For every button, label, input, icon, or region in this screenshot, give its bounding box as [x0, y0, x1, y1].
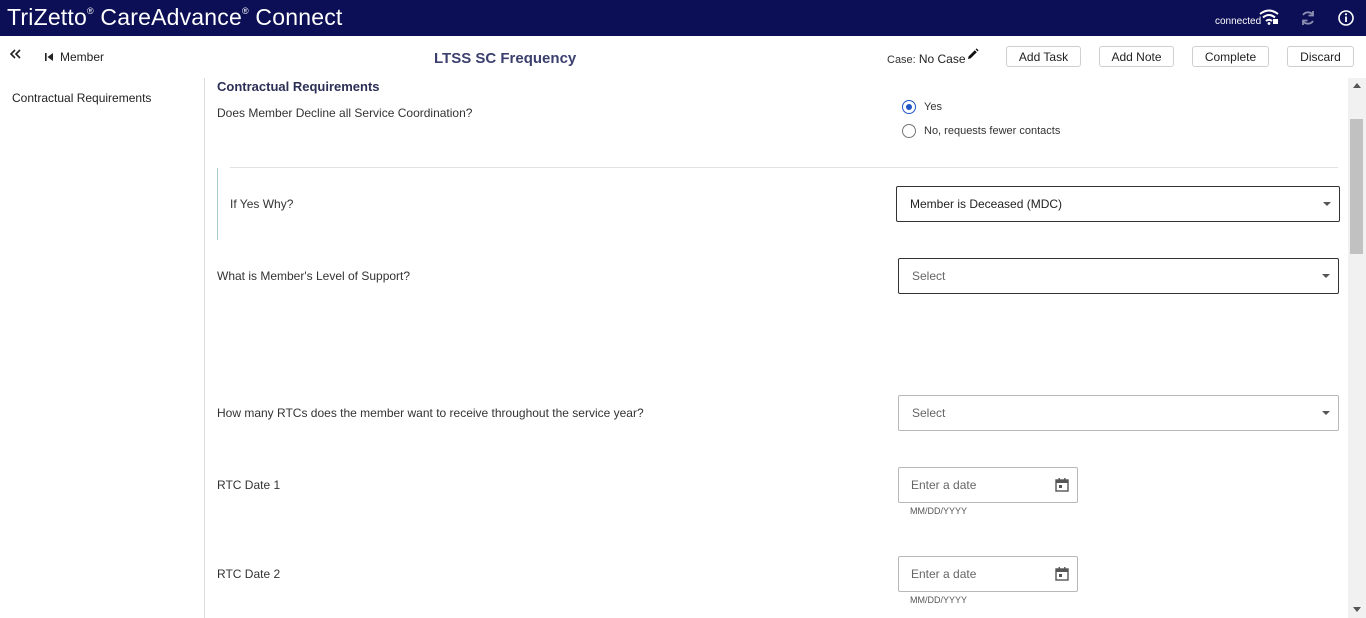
rtcs-select-placeholder: Select — [912, 406, 946, 420]
why-select-value: Member is Deceased (MDC) — [910, 197, 1063, 211]
radio-yes-label: Yes — [924, 101, 942, 113]
radio-fewer-contacts-label: No, requests fewer contacts — [924, 125, 1061, 137]
rtc-date-2-input[interactable]: Enter a date — [898, 556, 1078, 592]
case-indicator: Case: No Case — [887, 52, 966, 66]
app-header-bar: TriZetto® CareAdvance® Connect connected — [0, 0, 1366, 36]
rtc-date-1-input[interactable]: Enter a date — [898, 467, 1078, 503]
scrollbar-thumb[interactable] — [1350, 119, 1363, 254]
section-nav: Contractual Requirements — [0, 78, 205, 618]
rtc-date-1-placeholder: Enter a date — [911, 478, 977, 492]
radio-yes[interactable]: Yes — [902, 100, 942, 114]
edit-case-icon[interactable] — [966, 48, 979, 66]
nav-item-contractual-requirements[interactable]: Contractual Requirements — [12, 91, 151, 105]
add-task-button[interactable]: Add Task — [1006, 46, 1081, 67]
brand-name: TriZetto — [7, 4, 87, 30]
radio-selected-indicator — [902, 100, 916, 114]
connection-status: connected — [1215, 16, 1262, 27]
rtc-date-2-format-hint: MM/DD/YYYY — [910, 595, 968, 605]
skip-back-icon — [45, 53, 53, 61]
complete-button[interactable]: Complete — [1192, 46, 1269, 67]
product-registered-mark: ® — [241, 6, 249, 16]
case-value: No Case — [918, 52, 966, 66]
back-label: Member — [60, 50, 105, 64]
scroll-down-arrow-icon[interactable] — [1353, 607, 1361, 612]
conditional-indent-bar — [217, 168, 218, 240]
rtc-date-1-label: RTC Date 1 — [217, 478, 281, 492]
page-title: LTSS SC Frequency — [434, 50, 577, 67]
radio-unselected-indicator — [902, 124, 916, 138]
wifi-icon — [1259, 9, 1279, 30]
product-name: CareAdvance — [100, 4, 242, 30]
why-question-label: If Yes Why? — [230, 197, 294, 211]
vertical-scrollbar[interactable] — [1348, 78, 1366, 618]
radio-fewer-contacts[interactable]: No, requests fewer contacts — [902, 124, 1060, 138]
calendar-icon[interactable] — [1054, 477, 1070, 496]
rtcs-question-label: How many RTCs does the member want to re… — [217, 406, 644, 420]
support-select-placeholder: Select — [912, 269, 946, 283]
chevron-down-icon — [1322, 274, 1330, 278]
discard-button[interactable]: Discard — [1287, 46, 1354, 67]
product-suffix: Connect — [255, 4, 343, 30]
rtc-date-2-placeholder: Enter a date — [911, 567, 977, 581]
brand-registered-mark: ® — [86, 6, 94, 16]
collapse-sidebar-icon[interactable] — [8, 47, 22, 66]
app-brand: TriZetto® CareAdvance® Connect — [7, 4, 343, 31]
rtc-date-2-label: RTC Date 2 — [217, 567, 281, 581]
scroll-up-arrow-icon[interactable] — [1353, 83, 1361, 88]
case-label: Case: — [887, 54, 916, 66]
support-select[interactable]: Select — [898, 258, 1339, 294]
rtcs-select[interactable]: Select — [898, 395, 1339, 431]
why-select[interactable]: Member is Deceased (MDC) — [896, 186, 1340, 222]
calendar-icon[interactable] — [1054, 566, 1070, 585]
add-note-button[interactable]: Add Note — [1099, 46, 1174, 67]
section-divider — [230, 167, 1338, 168]
decline-question-label: Does Member Decline all Service Coordina… — [217, 106, 473, 120]
back-to-member-link[interactable]: Member — [44, 50, 104, 64]
info-icon[interactable] — [1337, 9, 1355, 32]
sync-icon[interactable] — [1299, 9, 1317, 32]
assessment-form: Contractual Requirements Does Member Dec… — [205, 78, 1348, 618]
page-toolbar: Member LTSS SC Frequency Case: No Case A… — [0, 36, 1366, 78]
chevron-down-icon — [1322, 411, 1330, 415]
rtc-date-1-format-hint: MM/DD/YYYY — [910, 506, 968, 516]
section-title: Contractual Requirements — [217, 79, 380, 94]
chevron-down-icon — [1323, 202, 1331, 206]
support-question-label: What is Member's Level of Support? — [217, 269, 411, 283]
